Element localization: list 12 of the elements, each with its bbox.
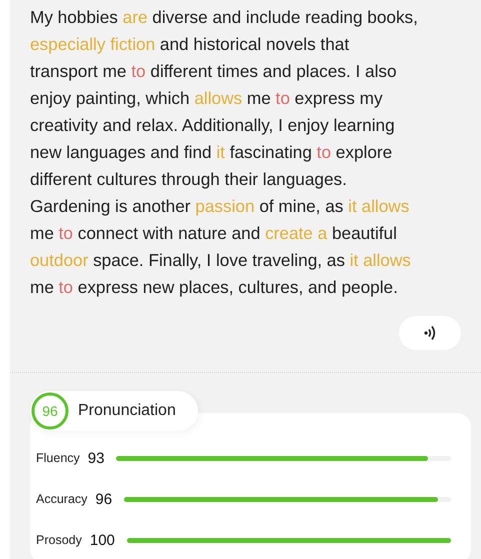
score-ring [30,391,70,431]
score-title: Pronunciation [78,402,176,420]
metric-value: 96 [95,490,112,508]
metric-label: Fluency [36,451,80,465]
passage-text: My hobbies are diverse and include reading books, especially fiction and historical novels that transport me to different times and places. I also enjoy painting, which allows me to express my creativity and relax. Additionally, I enjoy learning new languages and find it fascinating to explore different cultures through their languages. Gardening is another passion of mine, as it allows me to connect with nature and create a beautiful outdoor space. Finally, I love traveling, as it allows me to express new places, cultures, and people. [30,6,419,299]
metric-label: Accuracy [36,492,88,506]
metric-value: 93 [88,450,104,466]
speaker-button[interactable] [399,316,461,350]
score-value: 96 [42,403,58,419]
metric-value: 100 [90,532,115,548]
sound-wave-icon [423,325,437,341]
metric-label: Prosody [36,533,82,547]
